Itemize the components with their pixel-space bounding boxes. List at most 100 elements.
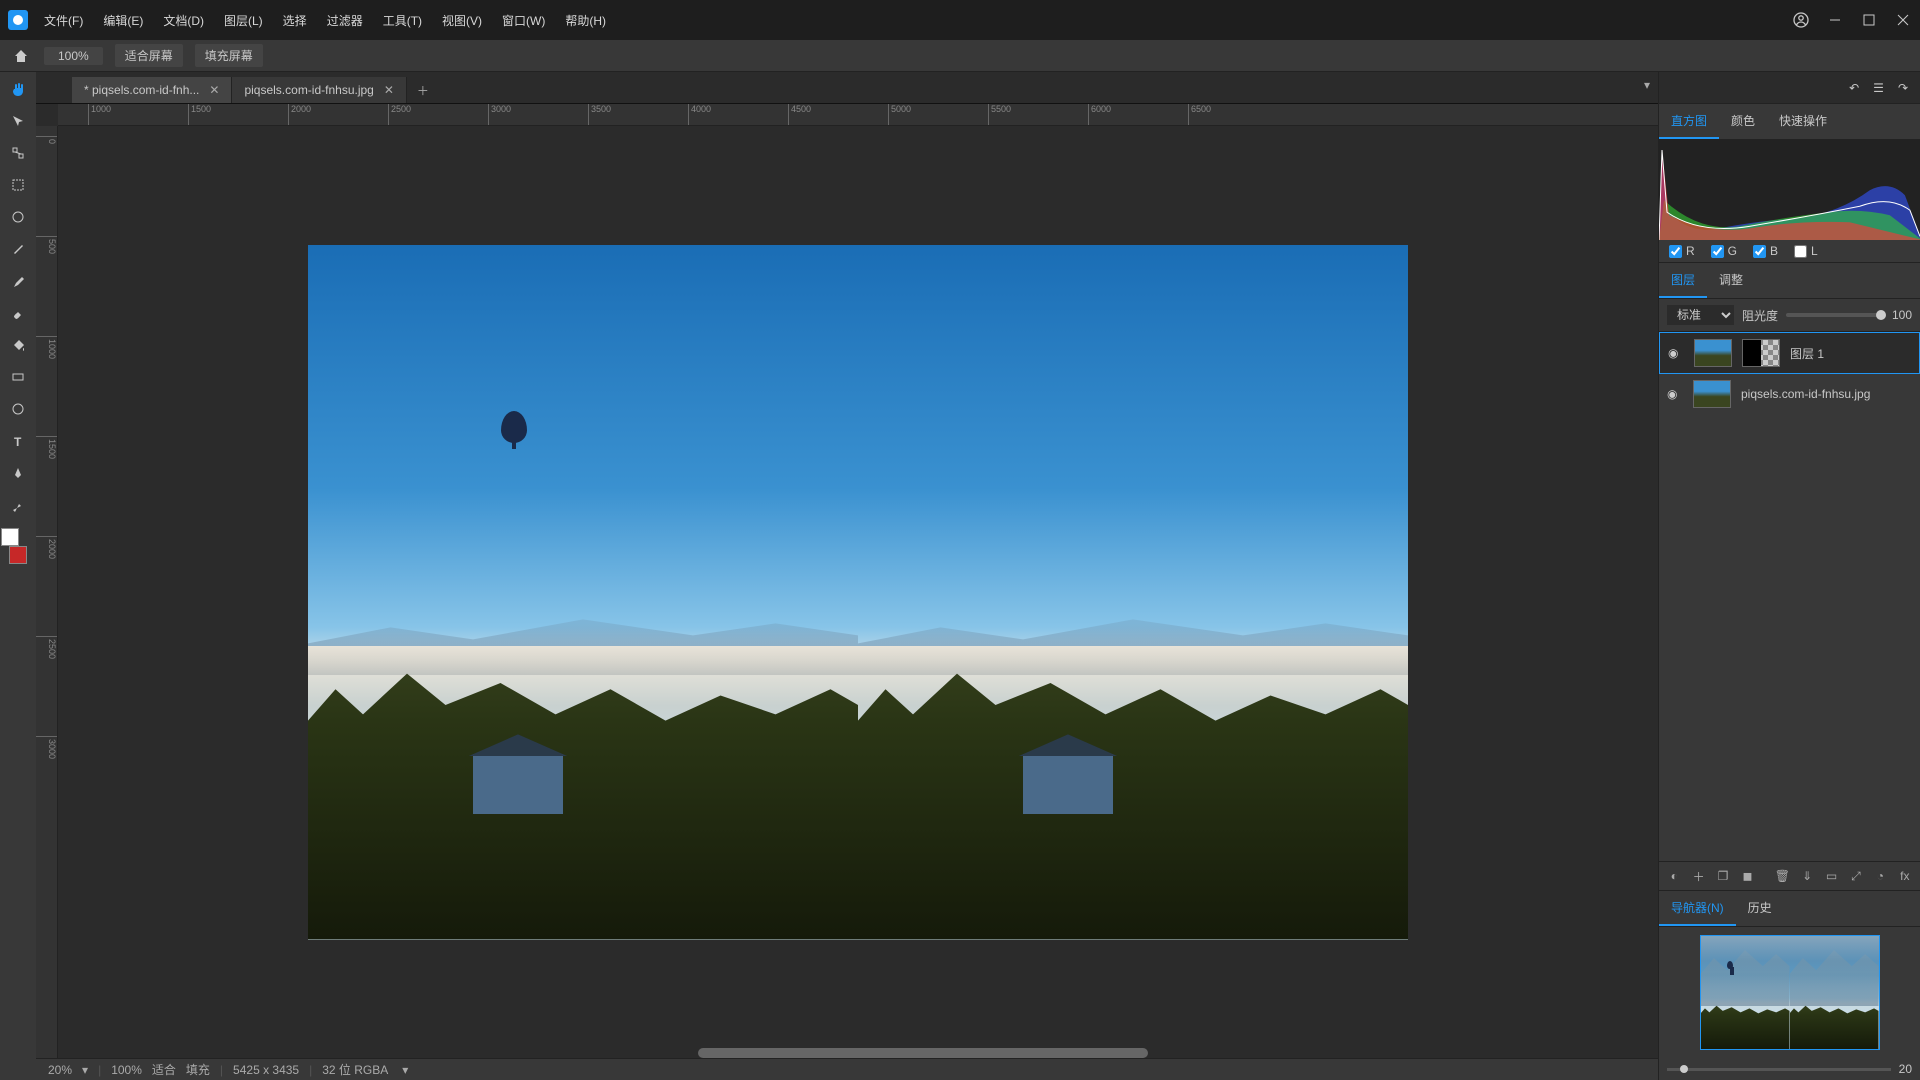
histogram[interactable] [1659, 140, 1920, 240]
channel-l[interactable]: L [1794, 244, 1818, 258]
opacity-value[interactable]: 100 [1892, 308, 1912, 322]
menu-edit[interactable]: 编辑(E) [103, 12, 143, 29]
minimize-icon[interactable] [1826, 11, 1844, 29]
layer-name[interactable]: piqsels.com-id-fnhsu.jpg [1741, 387, 1870, 401]
add-layer-icon[interactable]: ＋ [1691, 868, 1705, 884]
delete-layer-icon[interactable]: 🗑 [1775, 868, 1790, 884]
channel-r[interactable]: R [1669, 244, 1695, 258]
status-zoom[interactable]: 20% [48, 1063, 72, 1077]
clone-tool[interactable] [7, 494, 29, 516]
layer-name[interactable]: 图层 1 [1790, 345, 1824, 362]
crop-tool[interactable] [7, 174, 29, 196]
maximize-icon[interactable] [1860, 11, 1878, 29]
tab-label: * piqsels.com-id-fnh... [84, 83, 199, 97]
status-color-mode: 32 位 RGBA [322, 1061, 388, 1078]
menu-document[interactable]: 文档(D) [163, 12, 204, 29]
visibility-toggle-icon[interactable]: ◉ [1667, 387, 1683, 401]
color-swatches[interactable] [9, 536, 27, 564]
brush-tool[interactable] [7, 302, 29, 324]
document-tab-2[interactable]: piqsels.com-id-fnhsu.jpg ✕ [232, 77, 406, 103]
document-tab-1[interactable]: * piqsels.com-id-fnh... ✕ [72, 77, 232, 103]
channel-b[interactable]: B [1753, 244, 1778, 258]
user-icon[interactable] [1792, 11, 1810, 29]
navigator-thumbnail[interactable] [1700, 935, 1880, 1050]
app-icon[interactable] [8, 10, 28, 30]
group-layer-icon[interactable]: ▭ [1824, 868, 1838, 884]
opacity-slider[interactable] [1786, 313, 1884, 317]
zoom-level[interactable]: 100% [44, 47, 103, 65]
menu-view[interactable]: 视图(V) [442, 12, 482, 29]
menu-window[interactable]: 窗口(W) [502, 12, 545, 29]
horizontal-scrollbar[interactable] [698, 1048, 1148, 1058]
main-menu: 文件(F) 编辑(E) 文档(D) 图层(L) 选择 过滤器 工具(T) 视图(… [44, 12, 606, 29]
zoom-dropdown-icon[interactable]: ▾ [82, 1063, 88, 1077]
tab-layers[interactable]: 图层 [1659, 263, 1707, 298]
menu-select[interactable]: 选择 [283, 12, 307, 29]
tab-histogram[interactable]: 直方图 [1659, 104, 1719, 139]
tab-color[interactable]: 颜色 [1719, 104, 1767, 139]
home-button[interactable] [10, 45, 32, 67]
gradient-tool[interactable] [7, 366, 29, 388]
pen-tool[interactable] [7, 462, 29, 484]
magic-wand-tool[interactable] [7, 238, 29, 260]
mask-layer-icon[interactable]: ◼ [1740, 868, 1754, 884]
visibility-toggle-icon[interactable]: ◉ [1668, 346, 1684, 360]
layer-mask-thumbnail[interactable] [1742, 339, 1780, 367]
layer-row-2[interactable]: ◉ piqsels.com-id-fnhsu.jpg [1659, 374, 1920, 414]
tab-close-icon[interactable]: ✕ [209, 83, 219, 97]
tab-close-icon[interactable]: ✕ [384, 83, 394, 97]
layers-list[interactable]: ◉ 图层 1 ◉ piqsels.com-id-fnhsu.jpg [1659, 332, 1920, 861]
blend-mode-select[interactable]: 标准 [1667, 305, 1734, 325]
viewport[interactable] [58, 126, 1658, 1058]
status-zoom-base[interactable]: 100% [111, 1063, 142, 1077]
close-icon[interactable] [1894, 11, 1912, 29]
status-fit[interactable]: 适合 [152, 1061, 176, 1078]
image-canvas[interactable] [308, 245, 1408, 940]
tab-navigator[interactable]: 导航器(N) [1659, 891, 1736, 926]
duplicate-layer-icon[interactable]: ❐ [1716, 868, 1730, 884]
fit-screen-button[interactable]: 适合屏幕 [115, 44, 183, 67]
right-panel: ↶ ☰ ↷ 直方图 颜色 快速操作 R G B L 图层 调整 [1658, 72, 1920, 1080]
fill-screen-button[interactable]: 填充屏幕 [195, 44, 263, 67]
layer-thumbnail[interactable] [1693, 380, 1731, 408]
navigator-zoom-value[interactable]: 20 [1899, 1062, 1912, 1076]
merge-layer-icon[interactable]: ⇓ [1800, 868, 1814, 884]
menu-file[interactable]: 文件(F) [44, 12, 83, 29]
layer-controls: 标准 阻光度 100 [1659, 299, 1920, 332]
add-tab-button[interactable]: ＋ [407, 78, 439, 103]
link-layer-icon[interactable]: ◔ [1873, 868, 1887, 884]
tab-adjust[interactable]: 调整 [1707, 263, 1755, 298]
vertical-ruler[interactable]: 050010001500200025003000 [36, 126, 58, 1058]
lock-layer-icon[interactable]: ⤢ [1849, 868, 1863, 884]
undo-icon[interactable]: ↶ [1849, 81, 1859, 95]
foreground-color[interactable] [9, 546, 27, 564]
menu-icon[interactable]: ☰ [1873, 81, 1884, 95]
titlebar: 文件(F) 编辑(E) 文档(D) 图层(L) 选择 过滤器 工具(T) 视图(… [0, 0, 1920, 40]
node-tool[interactable] [7, 142, 29, 164]
horizontal-ruler[interactable]: 1000150020002500300035004000450050005500… [58, 104, 1658, 126]
move-tool[interactable] [7, 110, 29, 132]
menu-filters[interactable]: 过滤器 [327, 12, 363, 29]
status-dropdown-icon[interactable]: ▾ [402, 1063, 408, 1077]
background-color[interactable] [1, 528, 19, 546]
menu-tools[interactable]: 工具(T) [383, 12, 422, 29]
shape-tool[interactable] [7, 398, 29, 420]
layer-row-1[interactable]: ◉ 图层 1 [1659, 332, 1920, 374]
navigator-zoom-slider[interactable] [1667, 1068, 1891, 1071]
redo-icon[interactable]: ↷ [1898, 81, 1908, 95]
menu-layer[interactable]: 图层(L) [224, 12, 263, 29]
status-fill[interactable]: 填充 [186, 1061, 210, 1078]
menu-help[interactable]: 帮助(H) [565, 12, 606, 29]
hand-tool[interactable] [7, 78, 29, 100]
marquee-tool[interactable] [7, 206, 29, 228]
fx-icon[interactable]: fx [1898, 868, 1912, 884]
eyedropper-tool[interactable] [7, 270, 29, 292]
tab-history[interactable]: 历史 [1736, 891, 1784, 926]
tab-quick[interactable]: 快速操作 [1767, 104, 1839, 139]
channel-g[interactable]: G [1711, 244, 1737, 258]
fill-tool[interactable] [7, 334, 29, 356]
tab-overflow-icon[interactable]: ▾ [1644, 78, 1650, 92]
adjustment-layer-icon[interactable]: ◐ [1667, 868, 1681, 884]
layer-thumbnail[interactable] [1694, 339, 1732, 367]
text-tool[interactable]: T [7, 430, 29, 452]
